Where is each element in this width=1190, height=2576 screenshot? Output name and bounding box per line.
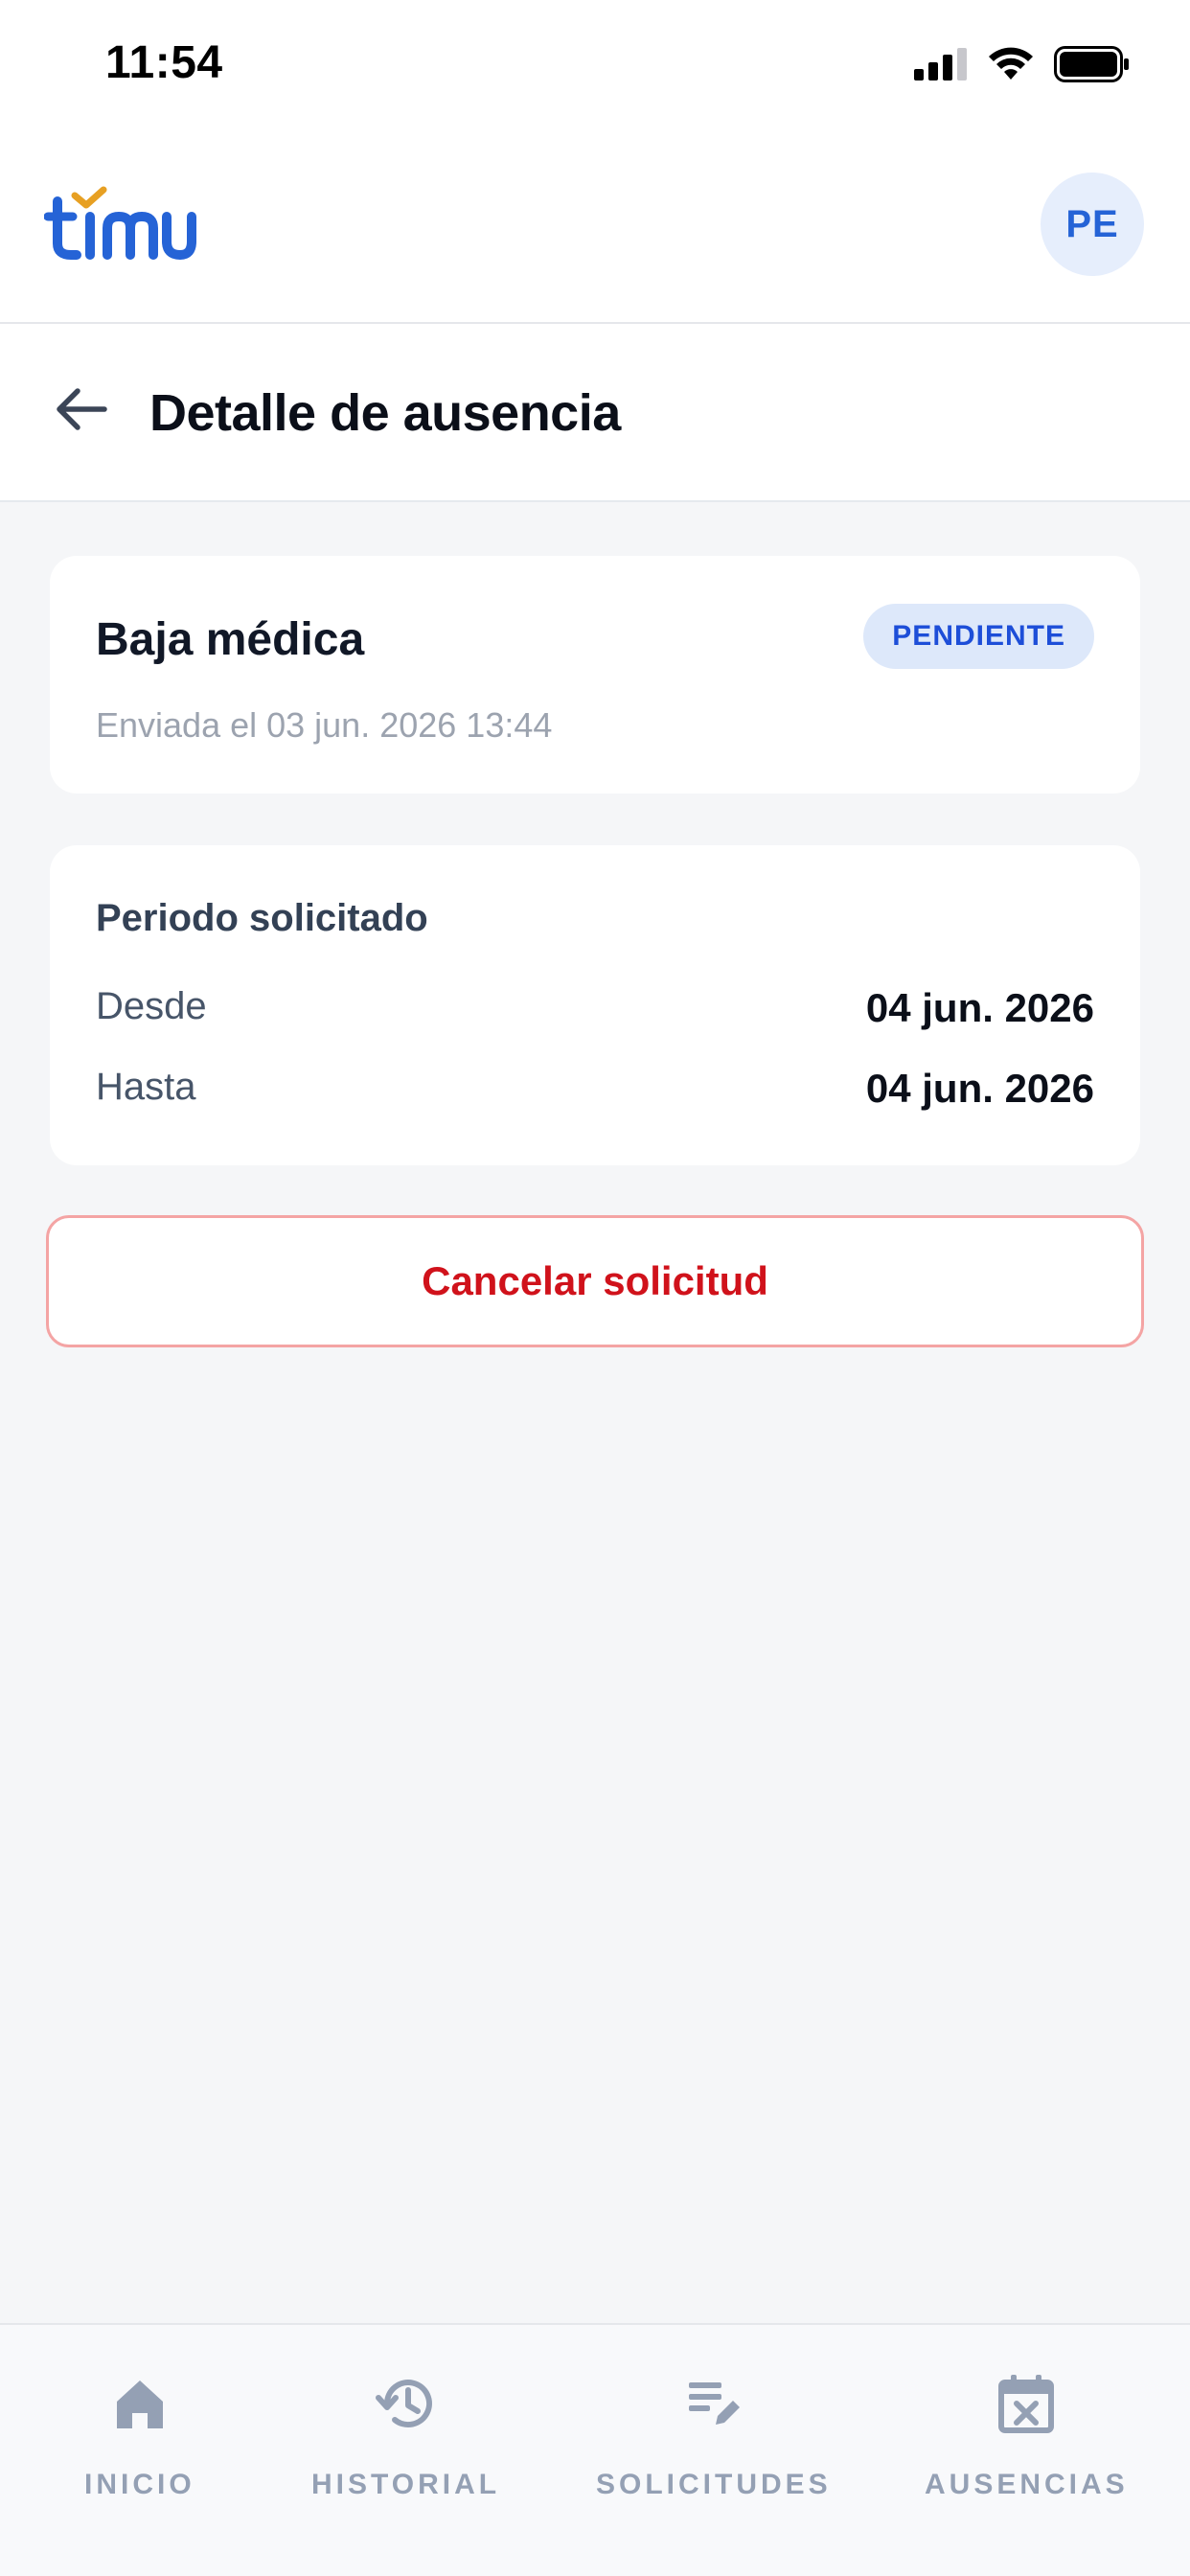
cellular-signal-icon (914, 48, 967, 80)
edit-list-icon (688, 2382, 740, 2425)
absence-summary-card: Baja médica PENDIENTE Enviada el 03 jun.… (50, 556, 1140, 794)
period-title: Periodo solicitado (96, 897, 428, 939)
app-header: PE (0, 134, 1190, 324)
nav-label: INICIO (84, 2469, 195, 2500)
nav-label: SOLICITUDES (596, 2469, 832, 2500)
back-button[interactable] (48, 376, 115, 443)
home-icon (116, 2380, 163, 2428)
status-icons (914, 46, 1131, 82)
calendar-x-icon (998, 2375, 1055, 2433)
history-icon (375, 2380, 432, 2428)
page-header: Detalle de ausencia (0, 324, 1190, 502)
sent-date: Enviada el 03 jun. 2026 13:44 (96, 705, 553, 745)
nav-item-ausencias[interactable]: AUSENCIAS (925, 2373, 1129, 2501)
status-badge: PENDIENTE (863, 604, 1094, 669)
timu-logo[interactable] (43, 184, 197, 267)
bottom-nav: INICIO HISTORIAL SOLICITUDES AUSENCIAS (0, 2323, 1190, 2576)
page-title: Detalle de ausencia (149, 384, 621, 442)
cancel-request-button[interactable]: Cancelar solicitud (46, 1215, 1144, 1347)
absence-type: Baja médica (96, 614, 365, 665)
to-label: Hasta (96, 1066, 196, 1108)
avatar[interactable]: PE (1041, 172, 1144, 276)
wifi-icon (989, 47, 1033, 80)
battery-icon (1054, 46, 1129, 82)
status-time: 11:54 (105, 37, 223, 88)
nav-item-solicitudes[interactable]: SOLICITUDES (596, 2373, 832, 2501)
nav-item-inicio[interactable]: INICIO (84, 2373, 195, 2501)
period-card: Periodo solicitado Desde 04 jun. 2026 Ha… (50, 845, 1140, 1165)
nav-item-historial[interactable]: HISTORIAL (311, 2373, 500, 2501)
to-value: 04 jun. 2026 (865, 1066, 1094, 1111)
nav-label: AUSENCIAS (925, 2469, 1129, 2500)
status-bar: 11:54 (0, 0, 1190, 134)
nav-label: HISTORIAL (311, 2469, 501, 2500)
arrow-left-icon (57, 388, 107, 430)
from-value: 04 jun. 2026 (865, 985, 1094, 1030)
from-label: Desde (96, 985, 207, 1027)
